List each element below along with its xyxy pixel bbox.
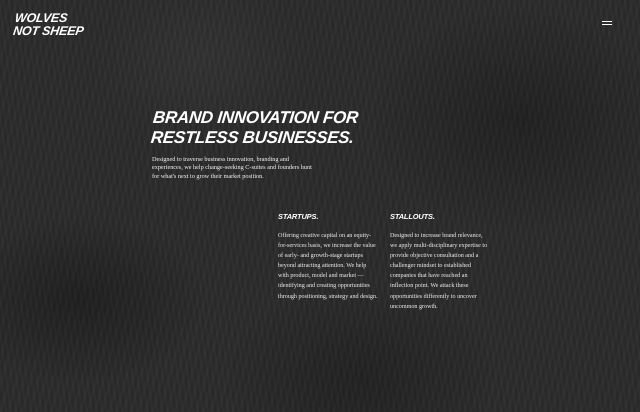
page: WOLVES NOT SHEEP BRAND INNOVATION FOR RE… (0, 0, 640, 412)
menu-bar-bottom (602, 24, 612, 25)
stallouts-body: Designed to increase brand relevance, we… (390, 233, 488, 310)
brand-logo[interactable]: WOLVES NOT SHEEP (12, 11, 86, 38)
startups-title: STARTUPS. (278, 212, 319, 221)
hero-headline: BRAND INNOVATION FOR RESTLESS BUSINESSES… (150, 108, 359, 148)
stallouts-column: STALLOUTS. Designed to increase brand re… (390, 212, 490, 312)
menu-bar-top (602, 21, 612, 22)
stallouts-title: STALLOUTS. (390, 212, 435, 221)
headline-line-2: RESTLESS BUSINESSES. (150, 128, 355, 147)
logo-line-2: NOT SHEEP (12, 24, 85, 38)
startups-column: STARTUPS. Offering creative capital on a… (278, 212, 378, 302)
hamburger-menu-icon[interactable] (602, 21, 612, 27)
startups-body: Offering creative capital on an equity-f… (278, 233, 378, 300)
hero-intro: Designed to traverse business innovation… (152, 156, 312, 180)
headline-line-1: BRAND INNOVATION FOR (152, 108, 360, 127)
